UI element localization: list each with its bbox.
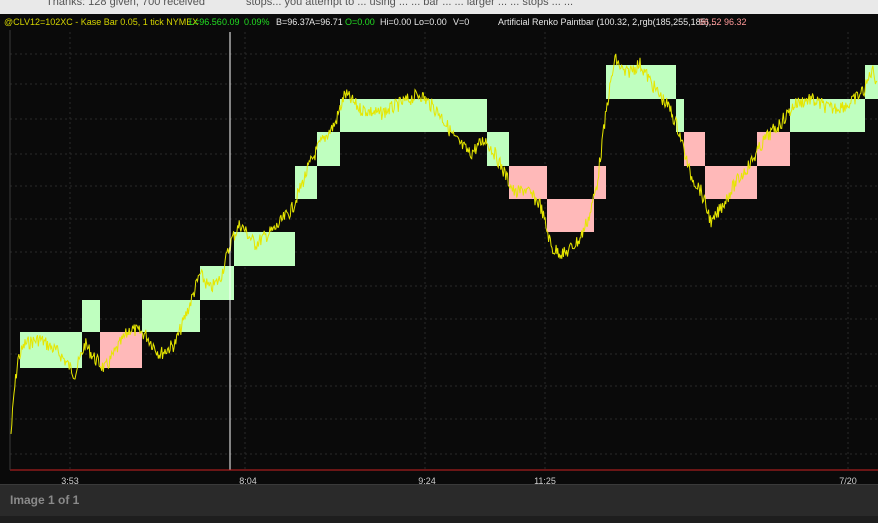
bid-price: B=96.37 xyxy=(276,17,310,27)
price-change-pct: 0.09% xyxy=(244,17,270,27)
x-axis: 3:53 8:04 9:24 11:25 7/20 xyxy=(61,476,857,484)
high-price: Hi=0.00 xyxy=(380,17,412,27)
volume: V=0 xyxy=(453,17,470,27)
x-tick-label: 3:53 xyxy=(61,476,79,484)
open-price: O=0.00 xyxy=(345,17,375,27)
x-tick-label: 8:04 xyxy=(239,476,257,484)
x-tick-label: 11:25 xyxy=(534,476,556,484)
symbol-status-bar: @CLV12=102XC - Kase Bar 0.05, 1 tick NYM… xyxy=(0,14,878,30)
renko-brick-up xyxy=(20,332,82,368)
image-counter: Image 1 of 1 xyxy=(10,493,80,507)
ask-price: A=96.71 xyxy=(309,17,343,27)
host-post-text: stops... you attempt to ... using ... ..… xyxy=(246,0,574,8)
image-footer: Image 1 of 1 xyxy=(0,484,878,523)
renko-brick-up xyxy=(82,300,100,332)
renko-brick-down xyxy=(594,166,606,199)
renko-brick-up xyxy=(295,166,317,199)
price-change: 0.09 xyxy=(222,17,240,27)
chart-frame[interactable]: 3:53 8:04 9:24 11:25 7/20 xyxy=(0,14,878,484)
renko-brick-up xyxy=(234,232,295,266)
renko-brick-down xyxy=(547,199,594,232)
renko-chart[interactable]: 3:53 8:04 9:24 11:25 7/20 xyxy=(0,14,878,484)
x-tick-label: 9:24 xyxy=(418,476,436,484)
renko-bricks xyxy=(20,65,878,368)
low-price: Lo=0.00 xyxy=(414,17,447,27)
study-value-2: 96.32 xyxy=(724,17,747,27)
symbol-label: @CLV12=102XC - Kase Bar 0.05, 1 tick NYM… xyxy=(4,17,199,27)
study-label: Artificial Renko Paintbar (100.32, 2,rgb… xyxy=(498,17,719,27)
renko-brick-down xyxy=(100,332,142,368)
host-page-strip: Thanks: 128 given, 700 received stops...… xyxy=(0,0,878,14)
last-price: L=96.56 xyxy=(189,17,222,27)
chart-gridlines xyxy=(10,32,878,470)
x-tick-label: 7/20 xyxy=(839,476,857,484)
thanks-text: Thanks: 128 given, 700 received xyxy=(46,0,205,8)
study-value-1: 96.52 xyxy=(699,17,722,27)
